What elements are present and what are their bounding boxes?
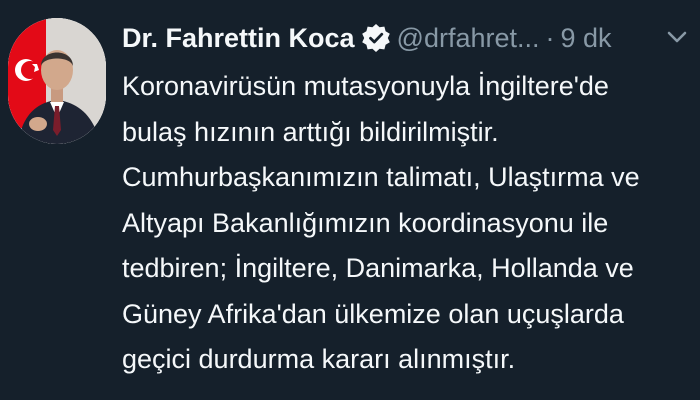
verified-badge-icon bbox=[361, 23, 391, 53]
profile-photo-icon bbox=[8, 18, 106, 144]
header-separator: · bbox=[545, 22, 555, 53]
tweet-text-line: Güney Afrika'dan ülkemize olan uçuşlarda bbox=[122, 298, 624, 329]
tweet-text: Koronavirüsün mutasyonuyla İngiltere'de … bbox=[122, 64, 697, 383]
tweet[interactable]: Dr. Fahrettin Koca @drfahret... · 9 dk K… bbox=[0, 0, 700, 400]
tweet-text-line: Cumhurbaşkanımızın talimatı, Ulaştırma v… bbox=[122, 162, 640, 192]
tweet-header: Dr. Fahrettin Koca @drfahret... · 9 dk bbox=[122, 18, 612, 58]
tweet-text-line: Koronavirüsün mutasyonuyla İngiltere'de bbox=[122, 71, 609, 101]
tweet-menu-button[interactable] bbox=[662, 22, 692, 52]
author-avatar[interactable] bbox=[8, 18, 106, 144]
tweet-text-line: bulaş hızının arttığı bildirilmiştir. bbox=[122, 116, 499, 147]
tweet-text-line: tedbiren; İngiltere, Danimarka, Hollanda… bbox=[122, 253, 634, 283]
tweet-timestamp[interactable]: 9 dk bbox=[561, 23, 612, 54]
author-display-name[interactable]: Dr. Fahrettin Koca bbox=[122, 23, 355, 54]
author-handle[interactable]: @drfahret... bbox=[397, 23, 540, 54]
tweet-text-line: Altyapı Bakanlığımızın koordinasyonu ile bbox=[122, 207, 609, 238]
chevron-down-icon bbox=[667, 31, 687, 43]
tweet-text-line: geçici durdurma kararı alınmıştır. bbox=[122, 344, 516, 374]
